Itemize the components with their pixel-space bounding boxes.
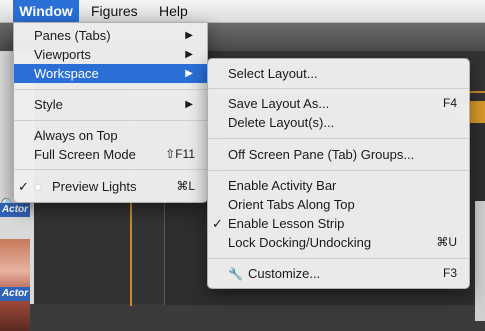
menu-shortcut: ⌘L: [176, 179, 195, 193]
menu-item-full-screen-mode[interactable]: Full Screen Mode ⇧F11: [14, 145, 207, 164]
menu-item-select-layout[interactable]: Select Layout...: [208, 64, 469, 83]
menu-item-workspace[interactable]: Workspace ▶: [14, 64, 207, 83]
menu-item-panes-tabs[interactable]: Panes (Tabs) ▶: [14, 26, 207, 45]
menu-item-label: Customize...: [248, 266, 321, 281]
menubar-window[interactable]: Window: [13, 0, 79, 22]
menu-separator: [14, 89, 207, 90]
menu-item-preview-lights[interactable]: ✓ ● Preview Lights ⌘L: [14, 177, 207, 196]
submenu-arrow-icon: ▶: [185, 68, 193, 79]
wrench-icon: 🔧: [228, 267, 243, 281]
menu-item-label: Panes (Tabs): [34, 28, 111, 43]
menu-item-style[interactable]: Style ▶: [14, 95, 207, 114]
menu-shortcut: ⇧F11: [165, 147, 195, 161]
actor-thumbnail[interactable]: [0, 239, 30, 331]
menu-separator: [14, 169, 207, 170]
menu-shortcut: ⌘U: [436, 235, 457, 249]
menu-item-label: Orient Tabs Along Top: [228, 197, 355, 212]
submenu-arrow-icon: ▶: [185, 30, 193, 41]
checkmark-icon: ✓: [18, 179, 29, 194]
menubar-figures[interactable]: Figures: [91, 0, 138, 22]
menu-item-orient-tabs-along-top[interactable]: Orient Tabs Along Top: [208, 195, 469, 214]
window-menu: Panes (Tabs) ▶ Viewports ▶ Workspace ▶ S…: [13, 22, 208, 203]
menu-item-label: Enable Lesson Strip: [228, 216, 345, 231]
submenu-arrow-icon: ▶: [185, 49, 193, 60]
viewport-scrollbar[interactable]: [475, 201, 485, 321]
submenu-arrow-icon: ▶: [185, 99, 193, 110]
menu-item-save-layout-as[interactable]: Save Layout As... F4: [208, 94, 469, 113]
menubar-help[interactable]: Help: [159, 0, 188, 22]
workspace-submenu: Select Layout... Save Layout As... F4 De…: [207, 58, 470, 289]
menu-bar: Window Figures Help: [0, 0, 485, 23]
menu-item-off-screen-pane-groups[interactable]: Off Screen Pane (Tab) Groups...: [208, 145, 469, 164]
menu-item-label: Always on Top: [34, 128, 118, 143]
menu-separator: [14, 120, 207, 121]
menu-separator: [208, 170, 469, 171]
menu-item-lock-docking[interactable]: Lock Docking/Undocking ⌘U: [208, 233, 469, 252]
menu-item-label: Lock Docking/Undocking: [228, 235, 372, 250]
menu-item-viewports[interactable]: Viewports ▶: [14, 45, 207, 64]
menu-item-label: Full Screen Mode: [34, 147, 136, 162]
menu-item-label: Preview Lights: [52, 179, 137, 194]
menu-item-customize[interactable]: 🔧 Customize... F3: [208, 264, 469, 283]
menu-item-label: Viewports: [34, 47, 91, 62]
menu-separator: [208, 138, 469, 139]
menu-shortcut: F4: [442, 96, 457, 110]
menubar-item-partial[interactable]: [0, 0, 6, 22]
menu-item-label: Save Layout As...: [228, 96, 330, 111]
menu-item-label: Style: [34, 97, 63, 112]
menu-item-label: Workspace: [34, 66, 99, 81]
menu-shortcut: F3: [442, 266, 457, 280]
actor-label-bottom: Actor: [0, 287, 30, 301]
checkmark-icon: ✓: [212, 216, 223, 231]
menu-separator: [208, 258, 469, 259]
menu-item-label-wrap: 🔧 Customize...: [228, 264, 320, 284]
light-bulb-icon: ●: [34, 179, 42, 194]
menu-item-label: Select Layout...: [228, 66, 318, 81]
menu-item-delete-layouts[interactable]: Delete Layout(s)...: [208, 113, 469, 132]
menu-item-label: Off Screen Pane (Tab) Groups...: [228, 147, 415, 162]
menu-item-label-wrap: ● Preview Lights: [34, 177, 137, 196]
menu-separator: [208, 88, 469, 89]
menu-item-always-on-top[interactable]: Always on Top: [14, 126, 207, 145]
actor-label-top: Actor: [0, 203, 30, 217]
menu-item-enable-activity-bar[interactable]: Enable Activity Bar: [208, 176, 469, 195]
menu-item-label: Delete Layout(s)...: [228, 115, 335, 130]
menu-item-label: Enable Activity Bar: [228, 178, 337, 193]
menu-item-enable-lesson-strip[interactable]: ✓ Enable Lesson Strip: [208, 214, 469, 233]
